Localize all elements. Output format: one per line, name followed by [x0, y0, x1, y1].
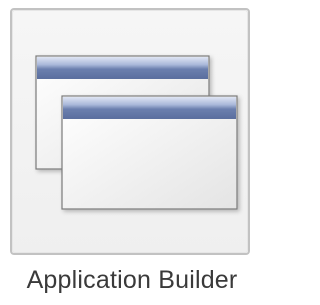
tile-label: Application Builder [26, 266, 238, 294]
application-builder-tile[interactable]: Application Builder [0, 0, 264, 305]
stacked-windows-icon [35, 55, 238, 210]
application-builder-button[interactable] [10, 8, 250, 255]
tile-button-face [12, 10, 248, 253]
front-window-shape [61, 95, 238, 210]
